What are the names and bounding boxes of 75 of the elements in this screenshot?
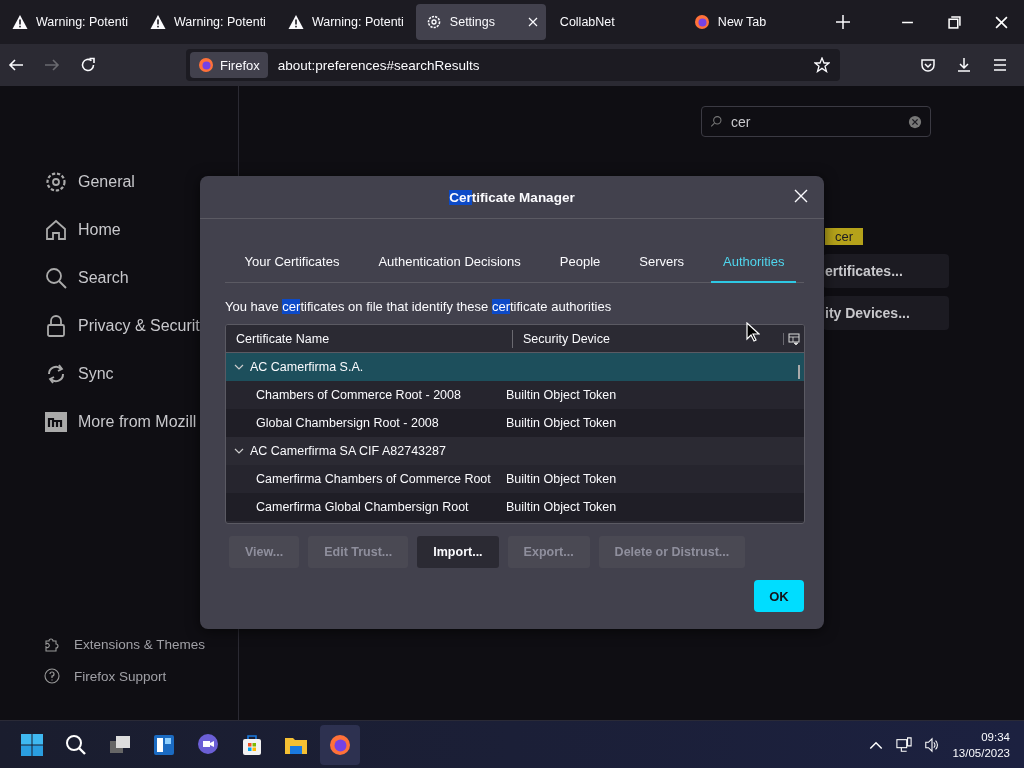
gear-icon (425, 14, 442, 30)
browser-tab[interactable]: Settings (415, 4, 546, 40)
search-icon (44, 266, 68, 290)
help-icon (44, 668, 60, 684)
warning-icon (287, 14, 304, 30)
back-icon[interactable] (8, 57, 24, 73)
search-icon (710, 115, 723, 128)
menu-icon[interactable] (992, 57, 1008, 73)
column-picker-icon[interactable] (783, 332, 800, 345)
new-tab-icon[interactable] (835, 15, 850, 29)
url-text: about:preferences#searchResults (277, 57, 481, 73)
firefox-icon (198, 57, 214, 73)
search-tooltip: cer (825, 228, 864, 245)
search-field[interactable]: cer (701, 106, 931, 137)
sidebar-item[interactable]: Home (44, 218, 121, 242)
warning-icon (149, 14, 166, 30)
column-header[interactable]: Security Device (513, 329, 783, 348)
pocket-icon[interactable] (920, 57, 936, 73)
settings-button[interactable]: ertificates... (823, 254, 949, 288)
sidebar-item[interactable]: Sync (44, 362, 114, 386)
search-icon (64, 732, 88, 757)
widgets-icon (152, 732, 176, 757)
ok-button[interactable]: OK (754, 580, 804, 612)
browser-tab[interactable]: Warning: Potenti (139, 4, 274, 40)
forward-icon[interactable] (44, 57, 60, 73)
volume-icon[interactable] (924, 736, 941, 753)
restore-icon[interactable] (948, 15, 961, 29)
home-icon (44, 218, 68, 242)
column-header[interactable]: Certificate Name (226, 329, 513, 348)
lock-icon (44, 314, 68, 338)
close-icon[interactable] (794, 189, 808, 203)
store-icon (240, 732, 264, 757)
browser-tab[interactable]: Warning: Potenti (277, 4, 412, 40)
mouse-cursor-icon (746, 322, 760, 342)
firefox-icon (328, 732, 352, 757)
browser-tab[interactable]: Warning: Potenti (2, 4, 136, 40)
tree-row[interactable]: AC Camerfirma S.A. (226, 353, 804, 381)
start-icon (20, 732, 44, 757)
dialog-tab[interactable]: Authorities (711, 245, 797, 283)
dialog-button[interactable]: Import... (417, 536, 499, 568)
network-icon[interactable] (896, 736, 913, 753)
dialog-tab[interactable]: Your Certificates (232, 245, 352, 283)
reload-icon[interactable] (80, 57, 96, 73)
clear-icon[interactable] (908, 114, 922, 129)
tree-row[interactable]: Global Chambersign Root - 2008 Builtin Object Token (226, 409, 804, 437)
dialog-tab[interactable]: Servers (627, 245, 697, 283)
dialog-tab[interactable]: People (547, 245, 613, 283)
clock[interactable]: 09:34 13/05/2023 (952, 728, 1010, 761)
settings-button[interactable]: ity Devices... (823, 296, 949, 330)
firefox-icon (693, 14, 710, 30)
identity-button[interactable]: Firefox (190, 52, 268, 78)
close-icon[interactable] (527, 17, 538, 27)
sidebar-item[interactable]: More from Mozill (44, 410, 197, 434)
tree-row[interactable]: Camerfirma Global Chambersign Root Builtin Object Token (226, 493, 804, 521)
tree-row[interactable]: Camerfirma Chambers of Commerce Root Builtin Object Token (226, 465, 804, 493)
tree-row[interactable]: Chambers of Commerce Root - 2008 Builtin Object Token (226, 381, 804, 409)
address-bar[interactable]: Firefox about:preferences#searchResults (186, 49, 840, 81)
chat-icon (196, 732, 220, 757)
browser-tab[interactable]: New Tab (683, 4, 814, 40)
sidebar-item[interactable]: Search (44, 266, 129, 290)
sidebar-item[interactable]: General (44, 170, 135, 194)
chevron-icon[interactable] (234, 446, 244, 456)
taskbar-button[interactable] (320, 724, 360, 765)
dialog-tab[interactable]: Authentication Decisions (366, 245, 533, 283)
sidebar-link[interactable]: Extensions & Themes (44, 636, 206, 652)
chevron-icon[interactable] (234, 362, 244, 372)
puzzle-icon (44, 636, 60, 652)
sidebar-item[interactable]: Privacy & Securit (44, 314, 200, 338)
warning-icon (12, 14, 28, 30)
bookmark-star-icon[interactable] (814, 57, 830, 73)
browser-tab[interactable]: CollabNet (549, 4, 680, 40)
download-icon[interactable] (956, 57, 972, 73)
close-icon[interactable] (995, 15, 1008, 29)
gear-icon (44, 170, 68, 194)
sidebar-link[interactable]: Firefox Support (44, 668, 167, 684)
